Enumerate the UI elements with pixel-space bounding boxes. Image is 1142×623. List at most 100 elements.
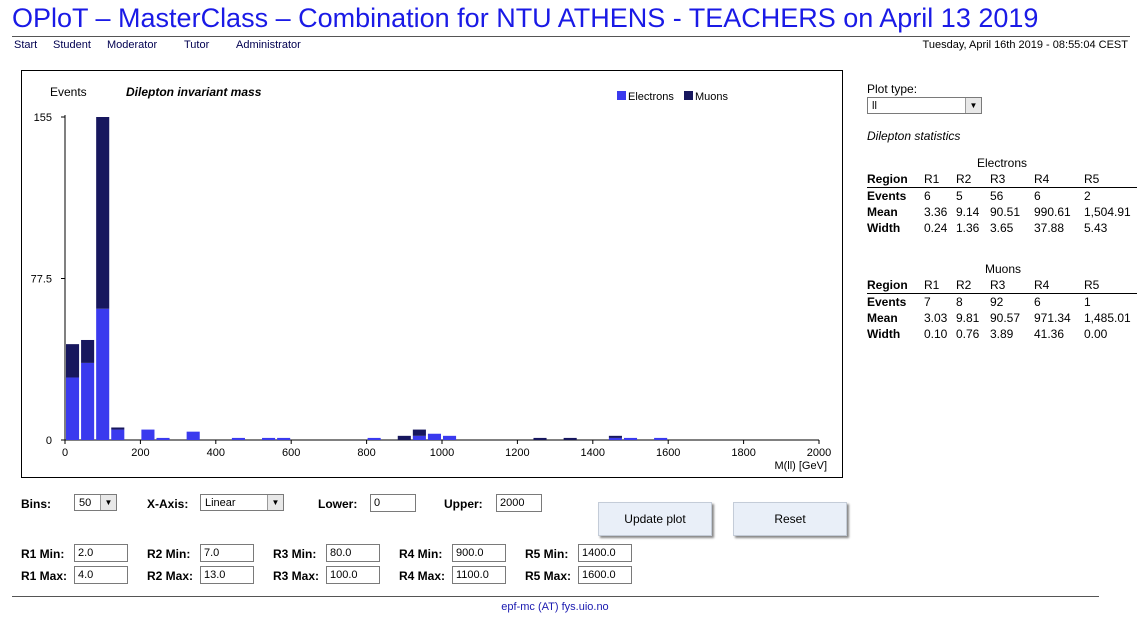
r1-min-input[interactable]: 2.0 [74, 544, 128, 562]
plot-type-select[interactable]: ll ▼ [867, 97, 982, 114]
nav-student[interactable]: Student [53, 39, 91, 51]
r1-max-label: R1 Max: [21, 569, 68, 583]
xaxis-label: X-Axis: [147, 497, 189, 511]
footer-divider [12, 596, 1099, 597]
x-tick-label: 0 [62, 447, 68, 459]
r5-max-input[interactable]: 1600.0 [578, 566, 632, 584]
table-header: Region [867, 277, 924, 294]
chevron-down-icon[interactable]: ▼ [965, 98, 981, 113]
table-cell: 7 [924, 294, 931, 309]
table-row: Events 7 8 92 6 1 [867, 294, 1137, 311]
table-header: R4 [1034, 171, 1084, 188]
bar-muons [608, 435, 622, 438]
upper-input[interactable]: 2000 [496, 494, 542, 512]
r3-max-input[interactable]: 100.0 [326, 566, 380, 584]
x-tick-label: 1200 [505, 447, 529, 459]
legend-swatch-electrons [617, 91, 626, 100]
bar-electrons [141, 429, 155, 440]
bar-electrons [156, 437, 170, 440]
table-cell: 6 [1034, 294, 1041, 309]
chart-title: Dilepton invariant mass [126, 85, 262, 99]
table-cell: 3.36 [924, 204, 948, 219]
table-cell: 90.51 [990, 204, 1021, 219]
r2-max-input[interactable]: 13.0 [200, 566, 254, 584]
table-row: Width 0.24 1.36 3.65 37.88 5.43 [867, 220, 1137, 236]
update-plot-button[interactable]: Update plot [598, 502, 712, 536]
table-cell: 1 [1084, 294, 1091, 309]
r5-min-label: R5 Min: [525, 547, 569, 561]
nav-moderator[interactable]: Moderator [107, 39, 157, 51]
r1-max-input[interactable]: 4.0 [74, 566, 128, 584]
nav-tutor[interactable]: Tutor [184, 39, 209, 51]
current-datetime: Tuesday, April 16th 2019 - 08:55:04 CEST [922, 39, 1128, 51]
bar-electrons [412, 435, 426, 440]
bar-electrons [277, 437, 291, 440]
bar-muons [111, 427, 125, 430]
r2-min-label: R2 Min: [147, 547, 191, 561]
table-header: Region [867, 171, 924, 188]
r3-min-label: R3 Min: [273, 547, 317, 561]
footer-contact[interactable]: epf-mc (AT) fys.uio.no [0, 601, 1110, 613]
xaxis-value: Linear [205, 497, 236, 509]
table-header: R3 [990, 277, 1034, 294]
xaxis-select[interactable]: Linear ▼ [200, 494, 284, 511]
table-cell: 92 [990, 294, 1004, 309]
r3-min-input[interactable]: 80.0 [326, 544, 380, 562]
r2-min-input[interactable]: 7.0 [200, 544, 254, 562]
y-tick-label: 77.5 [31, 274, 52, 286]
r3-max-label: R3 Max: [273, 569, 320, 583]
bar-electrons [623, 437, 638, 440]
electrons-caption: Electrons [977, 156, 1028, 170]
histogram-svg: 0 77.5 155 0 200 400 600 800 1000 1200 1400 1600 180… [31, 85, 832, 472]
table-cell: 3.89 [990, 326, 1014, 341]
nav-start[interactable]: Start [14, 39, 37, 51]
table-cell: 5 [956, 188, 963, 203]
r5-min-input[interactable]: 1400.0 [578, 544, 632, 562]
plot-type-value: ll [872, 100, 877, 112]
x-tick-label: 1800 [731, 447, 755, 459]
electrons-stats-table: Region R1 R2 R3 R4 R5 Events 6 5 56 6 2 … [867, 171, 1137, 236]
legend-swatch-muons [684, 91, 693, 100]
table-cell: 6 [924, 188, 931, 203]
table-cell: 990.61 [1034, 204, 1071, 219]
bar-electrons [262, 437, 276, 440]
muons-stats-table: Region R1 R2 R3 R4 R5 Events 7 8 92 6 1 … [867, 277, 1137, 342]
bar-muons [412, 429, 426, 436]
y-tick-label: 155 [34, 112, 52, 124]
x-tick-label: 200 [131, 447, 149, 459]
bar-electrons [608, 437, 622, 440]
r4-min-input[interactable]: 900.0 [452, 544, 506, 562]
bar-electrons [443, 435, 457, 440]
lower-input[interactable]: 0 [370, 494, 416, 512]
reset-button[interactable]: Reset [733, 502, 847, 536]
table-cell: 56 [990, 188, 1004, 203]
table-header: R1 [924, 171, 956, 188]
r4-min-label: R4 Min: [399, 547, 443, 561]
bar-electrons [96, 308, 110, 440]
row-label: Events [867, 294, 907, 309]
x-tick-label: 800 [357, 447, 375, 459]
table-cell: 971.34 [1034, 310, 1071, 325]
r1-min-label: R1 Min: [21, 547, 65, 561]
table-cell: 0.10 [924, 326, 948, 341]
table-header: R3 [990, 171, 1034, 188]
bins-value: 50 [79, 497, 92, 509]
chevron-down-icon[interactable]: ▼ [100, 495, 116, 510]
plot-type-label: Plot type: [867, 82, 918, 96]
muons-caption: Muons [985, 262, 1022, 276]
dilepton-statistics-title: Dilepton statistics [867, 129, 961, 143]
x-tick-label: 1600 [656, 447, 680, 459]
bins-select[interactable]: 50 ▼ [74, 494, 117, 511]
r4-max-input[interactable]: 1100.0 [452, 566, 506, 584]
table-cell: 3.65 [990, 220, 1014, 235]
chevron-down-icon[interactable]: ▼ [267, 495, 283, 510]
nav-administrator[interactable]: Administrator [236, 39, 301, 51]
bar-electrons [111, 429, 125, 440]
table-row: Events 6 5 56 6 2 [867, 188, 1137, 205]
table-cell: 6 [1034, 188, 1041, 203]
bar-electrons [231, 437, 245, 440]
y-axis-label: Events [50, 85, 87, 99]
bar-muons [397, 435, 411, 440]
bins-label: Bins: [21, 497, 51, 511]
table-cell: 37.88 [1034, 220, 1065, 235]
